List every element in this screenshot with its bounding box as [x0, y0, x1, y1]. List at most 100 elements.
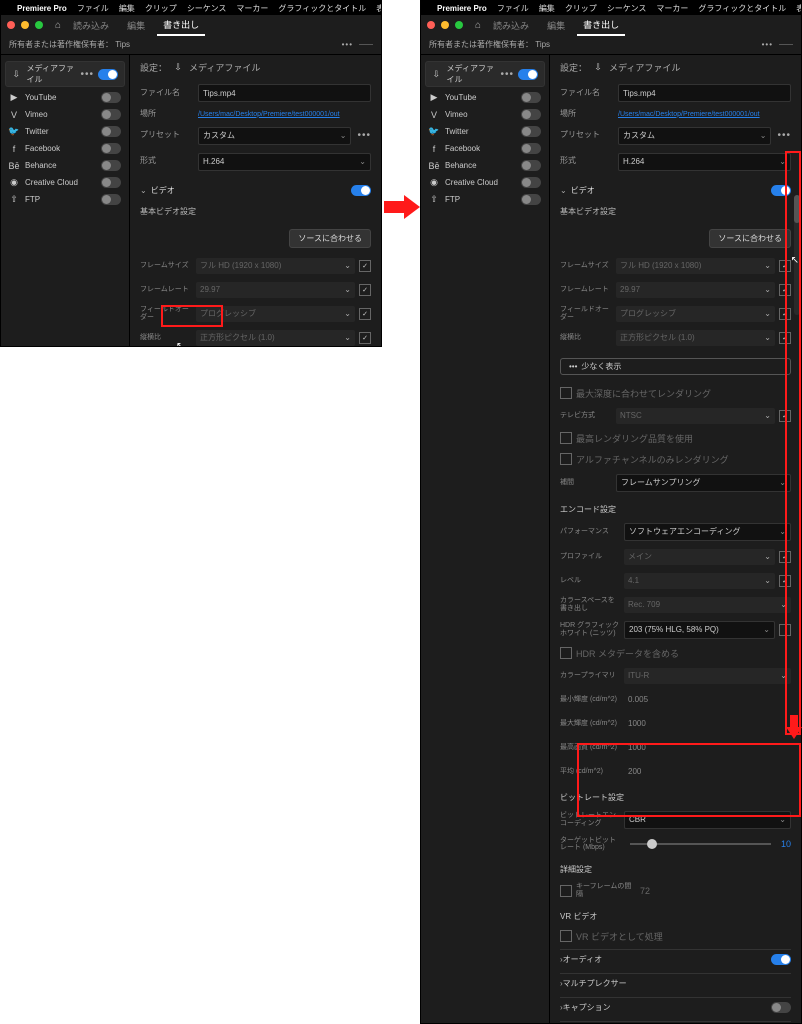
audio-section[interactable]: ›オーディオ	[560, 949, 791, 969]
colorspace-select[interactable]: Rec. 709⌄	[624, 597, 791, 613]
sidebar-item-youtube[interactable]: ▶YouTube	[421, 89, 549, 106]
item-more-icon[interactable]: •••	[80, 69, 94, 80]
menu-item[interactable]: 表示	[796, 3, 802, 14]
toggle-media-file[interactable]	[518, 69, 538, 80]
framesize-select[interactable]: フル HD (1920 x 1080)⌄	[196, 258, 355, 274]
sidebar-item-facebook[interactable]: fFacebook	[1, 140, 129, 157]
caption-section[interactable]: ›キャプション	[560, 997, 791, 1017]
tab-export[interactable]: 書き出し	[577, 15, 625, 36]
fieldorder-select[interactable]: プログレッシブ⌄	[616, 306, 775, 322]
minimize-window-icon[interactable]	[21, 21, 29, 29]
max-lum-value[interactable]: 1000	[624, 716, 791, 732]
tvformat-select[interactable]: NTSC⌄	[616, 408, 775, 424]
sidebar-item-behance[interactable]: BēBehance	[421, 157, 549, 174]
interp-select[interactable]: フレームサンプリング⌄	[616, 474, 791, 492]
max-quality-checkbox[interactable]	[560, 432, 572, 444]
tab-import[interactable]: 読み込み	[487, 16, 535, 35]
aspect-select[interactable]: 正方形ピクセル (1.0)⌄	[616, 330, 775, 346]
performance-select[interactable]: ソフトウェアエンコーディング⌄	[624, 523, 791, 541]
toggle-twitter[interactable]	[101, 126, 121, 137]
scrollbar-thumb[interactable]	[794, 195, 800, 223]
menu-item[interactable]: クリップ	[565, 3, 597, 14]
preset-select[interactable]: カスタム⌄	[618, 127, 771, 145]
preset-more-icon[interactable]: •••	[357, 130, 371, 141]
filename-input[interactable]: Tips.mp4	[618, 84, 791, 102]
framerate-match-checkbox[interactable]	[359, 284, 371, 296]
sidebar-item-twitter[interactable]: 🐦Twitter	[421, 123, 549, 140]
video-section-header[interactable]: ⌄ビデオ	[560, 183, 791, 198]
tab-edit[interactable]: 編集	[541, 16, 571, 35]
minimize-window-icon[interactable]	[441, 21, 449, 29]
tab-import[interactable]: 読み込み	[67, 16, 115, 35]
format-select[interactable]: H.264⌄	[198, 153, 371, 171]
close-window-icon[interactable]	[427, 21, 435, 29]
zoom-window-icon[interactable]	[455, 21, 463, 29]
sidebar-item-creative-cloud[interactable]: ◉Creative Cloud	[421, 174, 549, 191]
menu-item[interactable]: マーカー	[656, 3, 688, 14]
menu-item[interactable]: シーケンス	[607, 3, 647, 14]
filename-input[interactable]: Tips.mp4	[198, 84, 371, 102]
match-source-button[interactable]: ソースに合わせる	[289, 229, 371, 248]
item-more-icon[interactable]: •••	[500, 69, 514, 80]
menu-item[interactable]: グラフィックとタイトル	[698, 3, 786, 14]
more-icon[interactable]: •••	[762, 40, 773, 49]
app-name[interactable]: Premiere Pro	[437, 4, 487, 13]
toggle-video[interactable]	[771, 185, 791, 196]
profile-select[interactable]: メイン⌄	[624, 549, 775, 565]
toggle-vimeo[interactable]	[101, 109, 121, 120]
hdr-meta-checkbox[interactable]	[560, 647, 572, 659]
sidebar-item-media-file[interactable]: ⇩メディアファイル •••	[5, 61, 125, 87]
less-options-button[interactable]: •••少なく表示	[560, 358, 791, 375]
toggle-youtube[interactable]	[101, 92, 121, 103]
fieldorder-select[interactable]: プログレッシブ⌄	[196, 306, 355, 322]
sidebar-item-youtube[interactable]: ▶YouTube	[1, 89, 129, 106]
sidebar-item-facebook[interactable]: fFacebook	[421, 140, 549, 157]
vr-checkbox[interactable]	[560, 930, 572, 942]
render-max-checkbox[interactable]	[560, 387, 572, 399]
tab-export[interactable]: 書き出し	[157, 15, 205, 36]
more-icon[interactable]: •••	[342, 40, 353, 49]
primaries-select[interactable]: ITU-R⌄	[624, 668, 791, 684]
sidebar-item-media-file[interactable]: ⇩メディアファイル•••	[425, 61, 545, 87]
menu-item[interactable]: マーカー	[236, 3, 268, 14]
toggle-creative-cloud[interactable]	[101, 177, 121, 188]
close-window-icon[interactable]	[7, 21, 15, 29]
avg-value[interactable]: 200	[624, 764, 791, 780]
multiplexer-section[interactable]: ›マルチプレクサー	[560, 973, 791, 993]
menu-item[interactable]: ファイル	[77, 3, 109, 14]
sidebar-item-twitter[interactable]: 🐦Twitter	[1, 123, 129, 140]
hdr-select[interactable]: 203 (75% HLG, 58% PQ)⌄	[624, 621, 775, 639]
preset-select[interactable]: カスタム⌄	[198, 127, 351, 145]
aspect-match-checkbox[interactable]	[359, 332, 371, 344]
menu-item[interactable]: クリップ	[145, 3, 177, 14]
home-icon[interactable]: ⌂	[475, 20, 481, 31]
max-frame-value[interactable]: 1000	[624, 740, 791, 756]
sidebar-item-creative-cloud[interactable]: ◉Creative Cloud	[1, 174, 129, 191]
min-lum-value[interactable]: 0.005	[624, 692, 791, 708]
bitrate-encoding-select[interactable]: CBR⌄	[624, 811, 791, 829]
fieldorder-match-checkbox[interactable]	[359, 308, 371, 320]
menu-item[interactable]: 編集	[119, 3, 135, 14]
keyframe-checkbox[interactable]	[560, 885, 572, 897]
menu-item[interactable]: 表示	[376, 3, 382, 14]
toggle-video[interactable]	[351, 185, 371, 196]
location-link[interactable]: /Users/mac/Desktop/Premiere/test000001/o…	[618, 111, 760, 118]
zoom-window-icon[interactable]	[35, 21, 43, 29]
framerate-select[interactable]: 29.97⌄	[616, 282, 775, 298]
sidebar-item-vimeo[interactable]: VVimeo	[1, 106, 129, 123]
sidebar-item-ftp[interactable]: ⇧FTP	[421, 191, 549, 208]
sidebar-item-vimeo[interactable]: VVimeo	[421, 106, 549, 123]
effects-section[interactable]: ›エフェクト	[560, 1021, 791, 1023]
toggle-behance[interactable]	[101, 160, 121, 171]
level-select[interactable]: 4.1⌄	[624, 573, 775, 589]
aspect-select[interactable]: 正方形ピクセル (1.0)⌄	[196, 330, 355, 346]
menu-item[interactable]: ファイル	[497, 3, 529, 14]
framesize-match-checkbox[interactable]	[359, 260, 371, 272]
toggle-caption[interactable]	[771, 1002, 791, 1013]
toggle-facebook[interactable]	[101, 143, 121, 154]
toggle-media-file[interactable]	[98, 69, 118, 80]
menu-item[interactable]: シーケンス	[187, 3, 227, 14]
menu-item[interactable]: グラフィックとタイトル	[278, 3, 366, 14]
menu-item[interactable]: 編集	[539, 3, 555, 14]
target-bitrate-slider[interactable]	[630, 843, 771, 845]
